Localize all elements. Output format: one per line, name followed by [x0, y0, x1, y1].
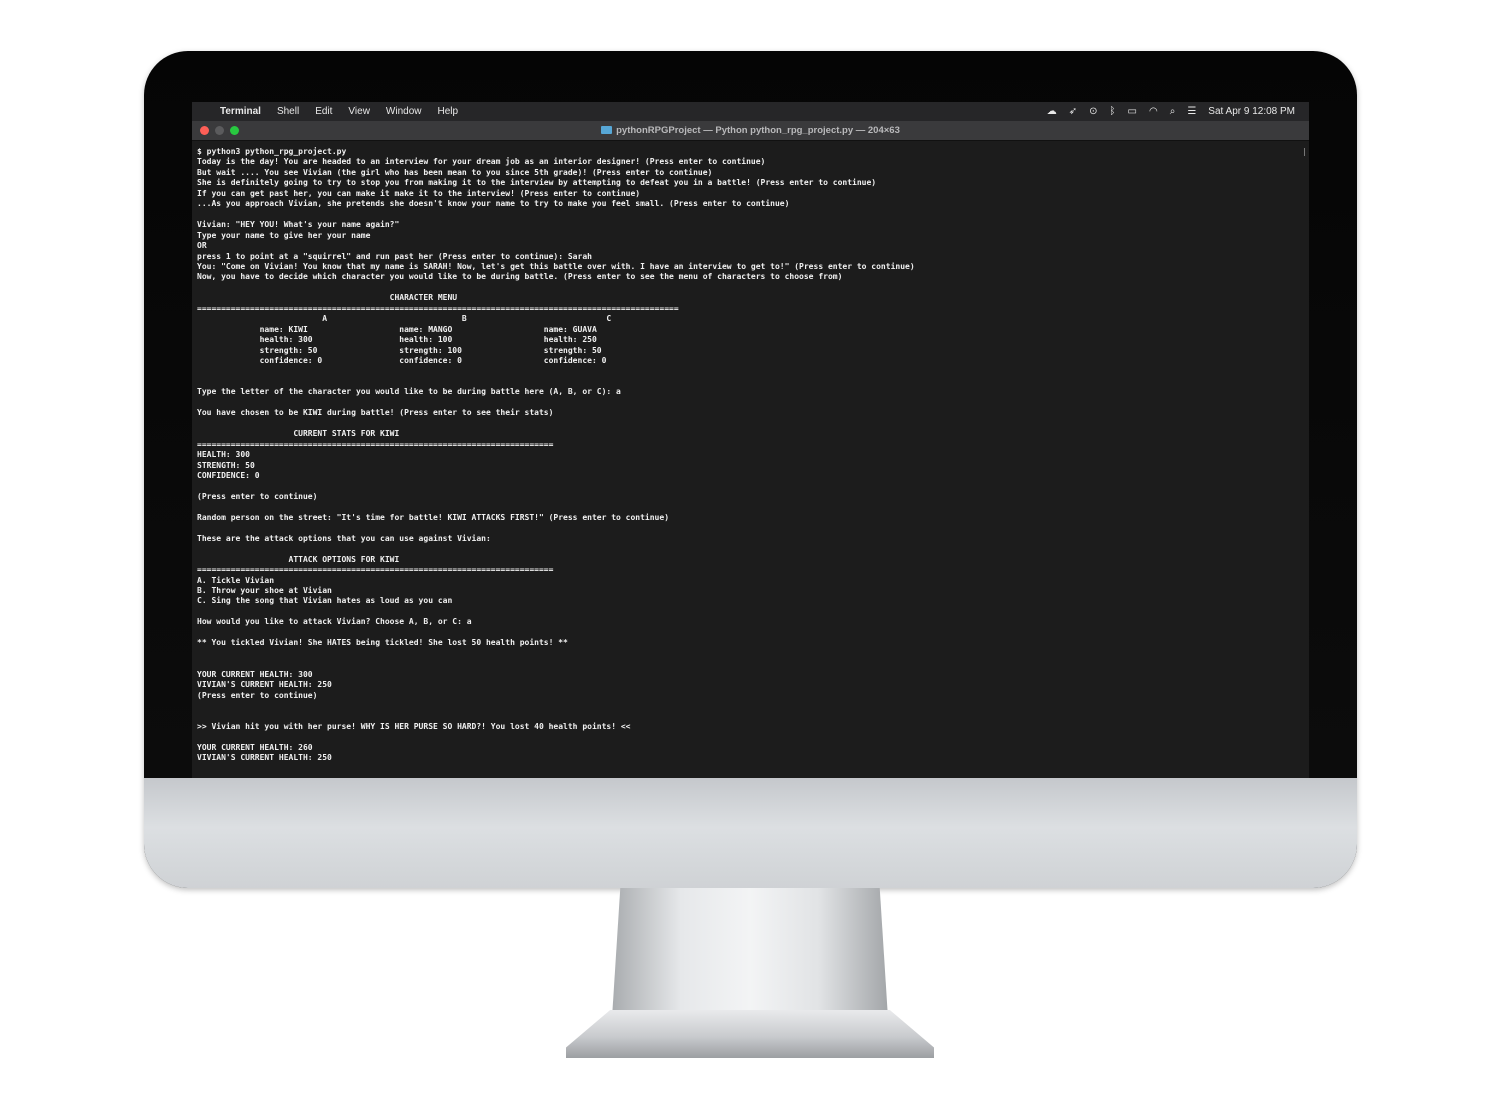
- rocket-icon[interactable]: ➶: [1069, 102, 1077, 121]
- bluetooth-icon[interactable]: ᛒ: [1110, 102, 1116, 121]
- terminal-line: VIVIAN'S CURRENT HEALTH: 250: [197, 680, 332, 690]
- search-icon[interactable]: ⌕: [1170, 102, 1176, 121]
- menu-shell[interactable]: Shell: [277, 102, 299, 121]
- terminal-line: ========================================…: [197, 565, 554, 575]
- terminal-line: Random person on the street: "It's time …: [197, 512, 670, 522]
- terminal-line: name: KIWI name: MANGO name: GUAVA: [197, 324, 597, 334]
- terminal-line: (Press enter to continue): [197, 690, 318, 700]
- window-title: pythonRPGProject — Python python_rpg_pro…: [192, 121, 1309, 140]
- terminal-line: Vivian: "HEY YOU! What's your name again…: [197, 220, 400, 230]
- creative-cloud-icon[interactable]: ☁: [1047, 102, 1057, 121]
- terminal-line: A B C: [197, 314, 612, 324]
- terminal-line: ========================================…: [197, 303, 679, 313]
- terminal-line: Type the letter of the character you wou…: [197, 387, 621, 397]
- screen: Terminal Shell Edit View Window Help ☁ ➶…: [192, 102, 1309, 778]
- wifi-icon[interactable]: ◠: [1149, 102, 1158, 121]
- terminal-line: Now, you have to decide which character …: [197, 272, 843, 282]
- terminal-line: >> Vivian hit you with her purse! WHY IS…: [197, 721, 631, 731]
- menu-app-name[interactable]: Terminal: [220, 102, 261, 121]
- terminal-line: You have chosen to be KIWI during battle…: [197, 408, 554, 418]
- terminal-line: OR: [197, 241, 207, 251]
- terminal-line: CHARACTER MENU: [197, 293, 458, 303]
- terminal-line: But wait .... You see Vivian (the girl w…: [197, 167, 713, 177]
- terminal-line: strength: 50 strength: 100 strength: 50: [197, 345, 602, 355]
- terminal-line: press 1 to point at a "squirrel" and run…: [197, 251, 592, 261]
- terminal-line: You: "Come on Vivian! You know that my n…: [197, 261, 915, 271]
- terminal-line: ========================================…: [197, 439, 554, 449]
- terminal-line: A. Tickle Vivian: [197, 575, 275, 585]
- terminal-line: ** You tickled Vivian! She HATES being t…: [197, 638, 568, 648]
- folder-icon: [601, 126, 613, 134]
- terminal-line: HEALTH: 300: [197, 450, 250, 460]
- terminal-line: These are the attack options that you ca…: [197, 533, 491, 543]
- terminal-line: STRENGTH: 50: [197, 460, 255, 470]
- menu-view[interactable]: View: [348, 102, 370, 121]
- terminal-line: She is definitely going to try to stop y…: [197, 178, 877, 188]
- terminal-line: CONFIDENCE: 0: [197, 471, 260, 481]
- terminal-line: How would you like to attack Vivian? Cho…: [197, 617, 472, 627]
- terminal-line: Type your name to give her your name: [197, 230, 371, 240]
- scrollbar[interactable]: [1304, 148, 1305, 156]
- terminal-titlebar[interactable]: pythonRPGProject — Python python_rpg_pro…: [192, 121, 1309, 141]
- menu-help[interactable]: Help: [438, 102, 459, 121]
- terminal-line: If you can get past her, you can make it…: [197, 188, 641, 198]
- menu-edit[interactable]: Edit: [315, 102, 332, 121]
- terminal-line: $ python3 python_rpg_project.py: [197, 147, 347, 156]
- terminal-line: ...As you approach Vivian, she pretends …: [197, 199, 790, 209]
- terminal-line: YOUR CURRENT HEALTH: 260: [197, 742, 313, 752]
- terminal-line: CURRENT STATS FOR KIWI: [197, 429, 400, 439]
- battery-icon[interactable]: ▭: [1128, 102, 1137, 121]
- macos-menubar: Terminal Shell Edit View Window Help ☁ ➶…: [192, 102, 1309, 121]
- terminal-line: (Press enter to continue): [197, 491, 318, 501]
- terminal-line: ATTACK OPTIONS FOR KIWI: [197, 554, 400, 564]
- menu-window[interactable]: Window: [386, 102, 422, 121]
- monitor-stand-neck: [612, 888, 888, 1018]
- terminal-output[interactable]: $ python3 python_rpg_project.py Today is …: [197, 147, 1299, 778]
- monitor-stand-foot: [566, 1010, 934, 1058]
- monitor-chin: [144, 778, 1357, 888]
- window-title-text: pythonRPGProject — Python python_rpg_pro…: [616, 125, 900, 136]
- terminal-line: YOUR CURRENT HEALTH: 300: [197, 669, 313, 679]
- terminal-line: health: 300 health: 100 health: 250: [197, 335, 597, 345]
- play-circle-icon[interactable]: ⊙: [1089, 102, 1097, 121]
- control-center-icon[interactable]: ☰: [1187, 102, 1196, 121]
- terminal-line: B. Throw your shoe at Vivian: [197, 586, 332, 596]
- terminal-line: C. Sing the song that Vivian hates as lo…: [197, 596, 453, 606]
- terminal-line: confidence: 0 confidence: 0 confidence: …: [197, 356, 607, 366]
- menubar-clock[interactable]: Sat Apr 9 12:08 PM: [1208, 102, 1295, 121]
- terminal-line: VIVIAN'S CURRENT HEALTH: 250: [197, 753, 332, 763]
- terminal-line: Today is the day! You are headed to an i…: [197, 157, 766, 167]
